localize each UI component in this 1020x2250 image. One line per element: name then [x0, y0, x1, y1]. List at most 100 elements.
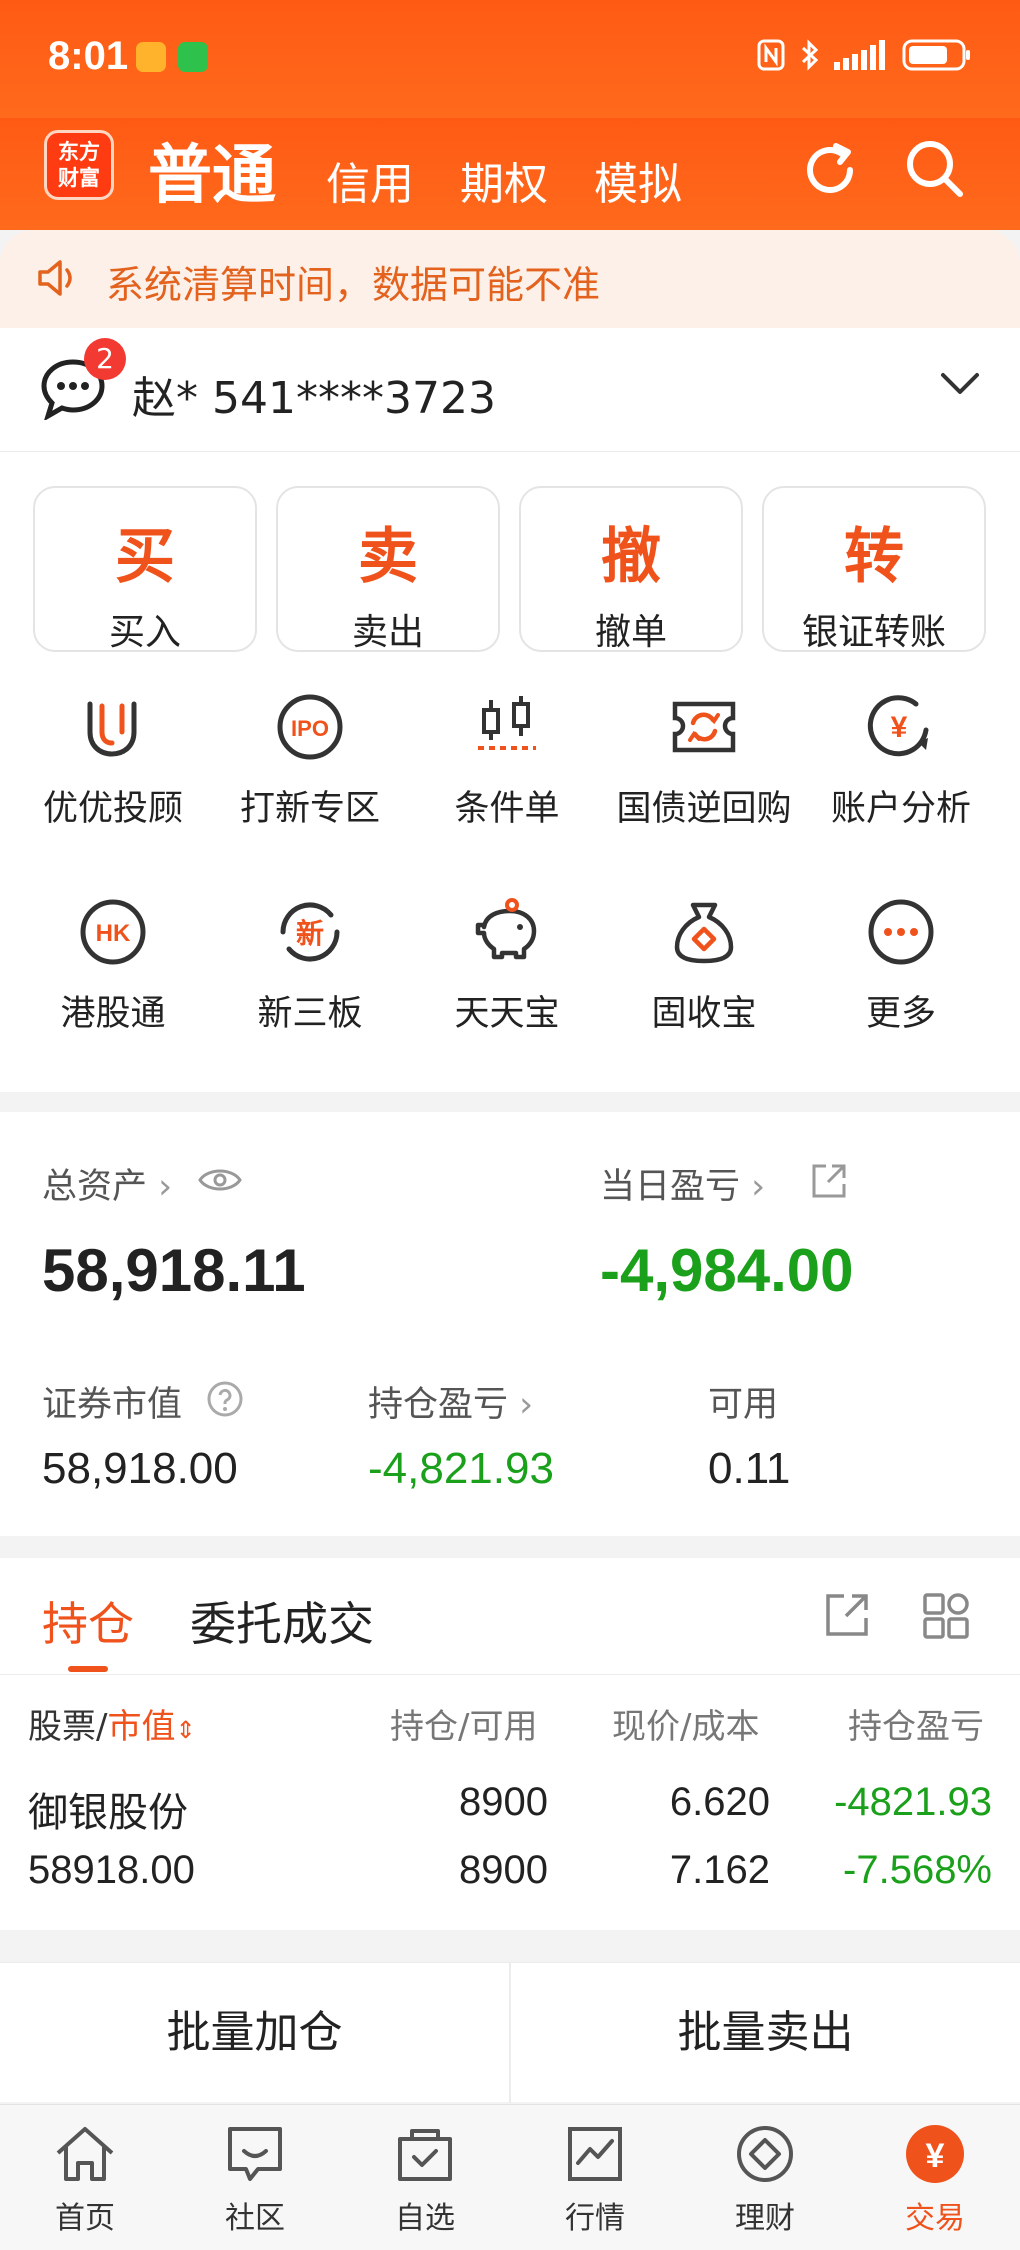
- tab-options[interactable]: 期权: [460, 148, 548, 212]
- bank-transfer-button[interactable]: 转 银证转账: [762, 486, 986, 653]
- stock-price: 6.620: [669, 1780, 770, 1824]
- market-value-label: 证券市值: [42, 1385, 183, 1425]
- buy-button[interactable]: 买 买入: [33, 486, 257, 653]
- batch-actions: 批量加仓 批量卖出: [0, 1962, 1020, 2103]
- sell-glyph: 卖: [358, 522, 418, 592]
- signal-icon: [834, 40, 885, 70]
- trade-actions-panel: 买 买入 卖 卖出 撤 撤单 转 银证转账 优优投顾 IPO 打新专区 条件单 …: [0, 452, 1020, 1092]
- weibo-notification-icon: [136, 42, 166, 72]
- batch-add-button[interactable]: 批量加仓: [0, 1963, 509, 2103]
- transfer-glyph: 转: [844, 522, 904, 592]
- tool-label: 新三板: [257, 994, 363, 1034]
- eye-icon[interactable]: [198, 1166, 242, 1194]
- header-stock[interactable]: 股票/市值⇕: [28, 1699, 196, 1748]
- layout-grid-icon[interactable]: [922, 1592, 970, 1640]
- tab-credit[interactable]: 信用: [326, 148, 414, 212]
- total-assets-label[interactable]: 总资产 ›: [42, 1158, 172, 1209]
- tab-normal[interactable]: 普通: [148, 124, 276, 216]
- tab-orders-trades[interactable]: 委托成交: [190, 1588, 374, 1654]
- community-icon: [228, 2127, 282, 2181]
- neeq-icon: 新: [280, 902, 340, 962]
- ipo-icon-text: IPO: [291, 716, 329, 741]
- tool-account-analysis[interactable]: ¥ 账户分析: [803, 692, 999, 831]
- hk-icon-text: HK: [96, 920, 131, 947]
- tool-uu-advisor[interactable]: 优优投顾: [15, 692, 211, 831]
- nav-label: 交易: [905, 2201, 965, 2236]
- bottom-nav: 首页 社区 自选 行情 理财 ¥ 交易: [0, 2104, 1020, 2250]
- tool-label: 更多: [865, 994, 936, 1034]
- sell-button[interactable]: 卖 卖出: [276, 486, 500, 653]
- header-pl: 持仓盈亏: [848, 1707, 984, 1747]
- tool-label: 打新专区: [239, 789, 380, 829]
- header-stock-text: 股票/: [28, 1707, 108, 1747]
- tool-reverse-repo[interactable]: 国债逆回购: [606, 692, 802, 831]
- sort-icon: ⇕: [175, 1716, 196, 1744]
- position-pl-label[interactable]: 持仓盈亏 ›: [368, 1376, 533, 1427]
- stock-market-value: 58918.00: [28, 1848, 195, 1892]
- daily-pl-value: -4,984.00: [600, 1237, 854, 1304]
- repo-icon: [672, 701, 736, 753]
- nav-community[interactable]: 社区: [170, 2125, 340, 2237]
- tool-more[interactable]: 更多: [803, 897, 999, 1036]
- trade-icon: ¥: [906, 2125, 964, 2183]
- export-icon[interactable]: [824, 1592, 870, 1638]
- tool-neeq[interactable]: 新 新三板: [212, 897, 408, 1036]
- uu-advisor-icon: [87, 701, 137, 757]
- nav-market[interactable]: 行情: [510, 2125, 680, 2237]
- battery-icon: [902, 39, 970, 71]
- sell-label: 卖出: [351, 612, 424, 653]
- tool-conditional-order[interactable]: 条件单: [409, 692, 605, 831]
- nav-trade[interactable]: ¥ 交易: [850, 2125, 1020, 2237]
- notice-text: 系统清算时间，数据可能不准: [106, 263, 601, 307]
- tool-label: 账户分析: [830, 789, 971, 829]
- stock-position: 8900: [459, 1780, 548, 1824]
- holdings-header-row: 股票/市值⇕ 持仓/可用 现价/成本 持仓盈亏: [0, 1674, 1020, 1766]
- transfer-label: 银证转账: [801, 612, 946, 653]
- header-market-value: 市值: [107, 1707, 176, 1747]
- header-price: 现价/成本: [612, 1707, 760, 1747]
- money-bag-icon: [674, 902, 734, 964]
- search-icon[interactable]: [902, 136, 968, 202]
- tab-simulation[interactable]: 模拟: [594, 148, 682, 212]
- cancel-glyph: 撤: [601, 522, 661, 592]
- table-row[interactable]: 御银股份 58918.00 8900 8900 6.620 7.162 -482…: [0, 1766, 1020, 1930]
- daily-pl-label-text: 当日盈亏: [600, 1167, 741, 1207]
- chevron-down-icon[interactable]: [940, 372, 980, 396]
- chevron-right-icon: ›: [519, 1385, 534, 1425]
- help-icon[interactable]: [206, 1380, 244, 1418]
- account-analysis-icon: ¥: [867, 695, 929, 757]
- eastmoney-logo: 东方 财富: [44, 130, 114, 200]
- holdings-section: 持仓 委托成交 股票/市值⇕ 持仓/可用 现价/成本 持仓盈亏 御银股份 589…: [0, 1558, 1020, 1930]
- nav-label: 社区: [225, 2201, 285, 2236]
- unread-badge: 2: [84, 338, 126, 380]
- nav-label: 行情: [565, 2201, 625, 2236]
- tool-tiantianbao[interactable]: 天天宝: [409, 897, 605, 1036]
- daily-pl-label[interactable]: 当日盈亏 ›: [600, 1158, 765, 1209]
- stock-cost: 7.162: [669, 1848, 770, 1892]
- trade-icon-glyph: ¥: [926, 2137, 945, 2175]
- buy-glyph: 买: [115, 522, 175, 592]
- nav-wealth[interactable]: 理财: [680, 2125, 850, 2237]
- logo-text-bottom: 财富: [58, 166, 100, 190]
- tool-label: 固收宝: [651, 994, 757, 1034]
- hk-icon: HK: [80, 899, 146, 965]
- tool-hk-connect[interactable]: HK 港股通: [15, 897, 211, 1036]
- nav-watchlist[interactable]: 自选: [340, 2125, 510, 2237]
- header-position: 持仓/可用: [390, 1707, 538, 1747]
- notice-bar: 系统清算时间，数据可能不准: [0, 230, 1020, 328]
- tool-ipo[interactable]: IPO 打新专区: [212, 692, 408, 831]
- batch-sell-button[interactable]: 批量卖出: [511, 1963, 1020, 2103]
- yuan-glyph: ¥: [891, 711, 908, 744]
- refresh-icon[interactable]: [798, 138, 862, 202]
- more-icon: [868, 899, 934, 965]
- active-tab-indicator: [68, 1666, 108, 1672]
- stock-pl: -4821.93: [834, 1780, 992, 1824]
- tool-fixed-income[interactable]: 固收宝: [606, 897, 802, 1036]
- wealth-icon: [737, 2126, 793, 2182]
- account-selector[interactable]: 2 赵* 541****3723: [0, 328, 1020, 452]
- assets-summary: 总资产 › 58,918.11 当日盈亏 › -4,984.00 证券市值 58…: [0, 1112, 1020, 1536]
- cancel-order-button[interactable]: 撤 撤单: [519, 486, 743, 653]
- share-icon[interactable]: [810, 1162, 848, 1200]
- nav-home[interactable]: 首页: [0, 2125, 170, 2237]
- tab-positions[interactable]: 持仓: [42, 1588, 134, 1654]
